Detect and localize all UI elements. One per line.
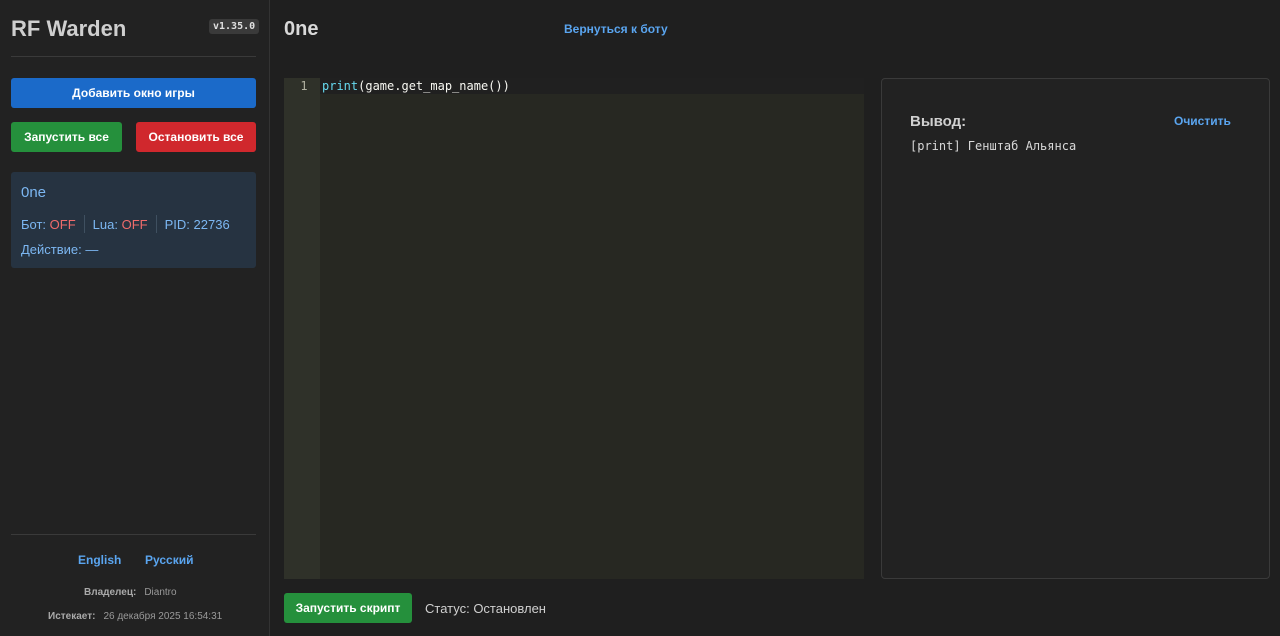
start-all-button[interactable]: Запустить все: [11, 122, 122, 152]
instance-action-row: Действие: —: [21, 242, 98, 257]
version-badge: v1.35.0: [209, 19, 260, 34]
language-english-link[interactable]: English: [78, 553, 121, 567]
code-editor[interactable]: 1 print(game.get_map_name()): [284, 78, 864, 579]
action-label: Действие:: [21, 242, 82, 257]
code-line[interactable]: print(game.get_map_name()): [322, 78, 510, 94]
pid-label: PID:: [164, 216, 190, 232]
expires-info: Истекает: 26 декабря 2025 16:54:31: [48, 611, 222, 622]
add-game-window-button[interactable]: Добавить окно игры: [11, 78, 256, 108]
sidebar: RF Warden v1.35.0 Добавить окно игры Зап…: [0, 0, 270, 636]
language-russian-link[interactable]: Русский: [145, 553, 194, 567]
run-script-button[interactable]: Запустить скрипт: [284, 593, 412, 623]
output-line: [print] Генштаб Альянса: [910, 139, 1077, 153]
divider: [11, 534, 256, 535]
lua-label: Lua:: [92, 216, 118, 232]
code-text: (game.get_map_name()): [358, 79, 510, 93]
output-title: Вывод:: [910, 113, 967, 130]
instance-name: 0ne: [21, 184, 47, 201]
owner-value: Diantro: [144, 587, 177, 598]
app-title: RF Warden: [11, 16, 127, 41]
expires-value: 26 декабря 2025 16:54:31: [103, 611, 223, 622]
code-keyword: print: [322, 79, 359, 93]
editor-gutter: [284, 78, 320, 579]
pid-value: 22736: [193, 216, 230, 232]
instance-card[interactable]: 0ne Бот: OFF Lua: OFF PID: 22736 Действи…: [11, 172, 256, 268]
back-to-bot-link[interactable]: Вернуться к боту: [564, 22, 668, 36]
line-number: 1: [300, 79, 308, 93]
separator: [83, 215, 85, 233]
owner-info: Владелец: Diantro: [84, 587, 177, 598]
bot-label: Бот:: [21, 216, 47, 232]
instance-status-row: Бот: OFF Lua: OFF PID: 22736: [21, 215, 230, 233]
separator: [155, 215, 157, 233]
owner-label: Владелец:: [84, 587, 137, 598]
divider: [11, 56, 256, 57]
page-title: 0ne: [284, 18, 319, 40]
clear-output-link[interactable]: Очистить: [1174, 114, 1231, 128]
output-panel: Вывод: Очистить [print] Генштаб Альянса: [881, 78, 1270, 579]
script-status: Статус: Остановлен: [425, 601, 546, 616]
lua-status: OFF: [121, 216, 148, 232]
action-value: —: [85, 242, 99, 257]
bot-status: OFF: [49, 216, 76, 232]
stop-all-button[interactable]: Остановить все: [136, 122, 256, 152]
expires-label: Истекает:: [48, 611, 96, 622]
